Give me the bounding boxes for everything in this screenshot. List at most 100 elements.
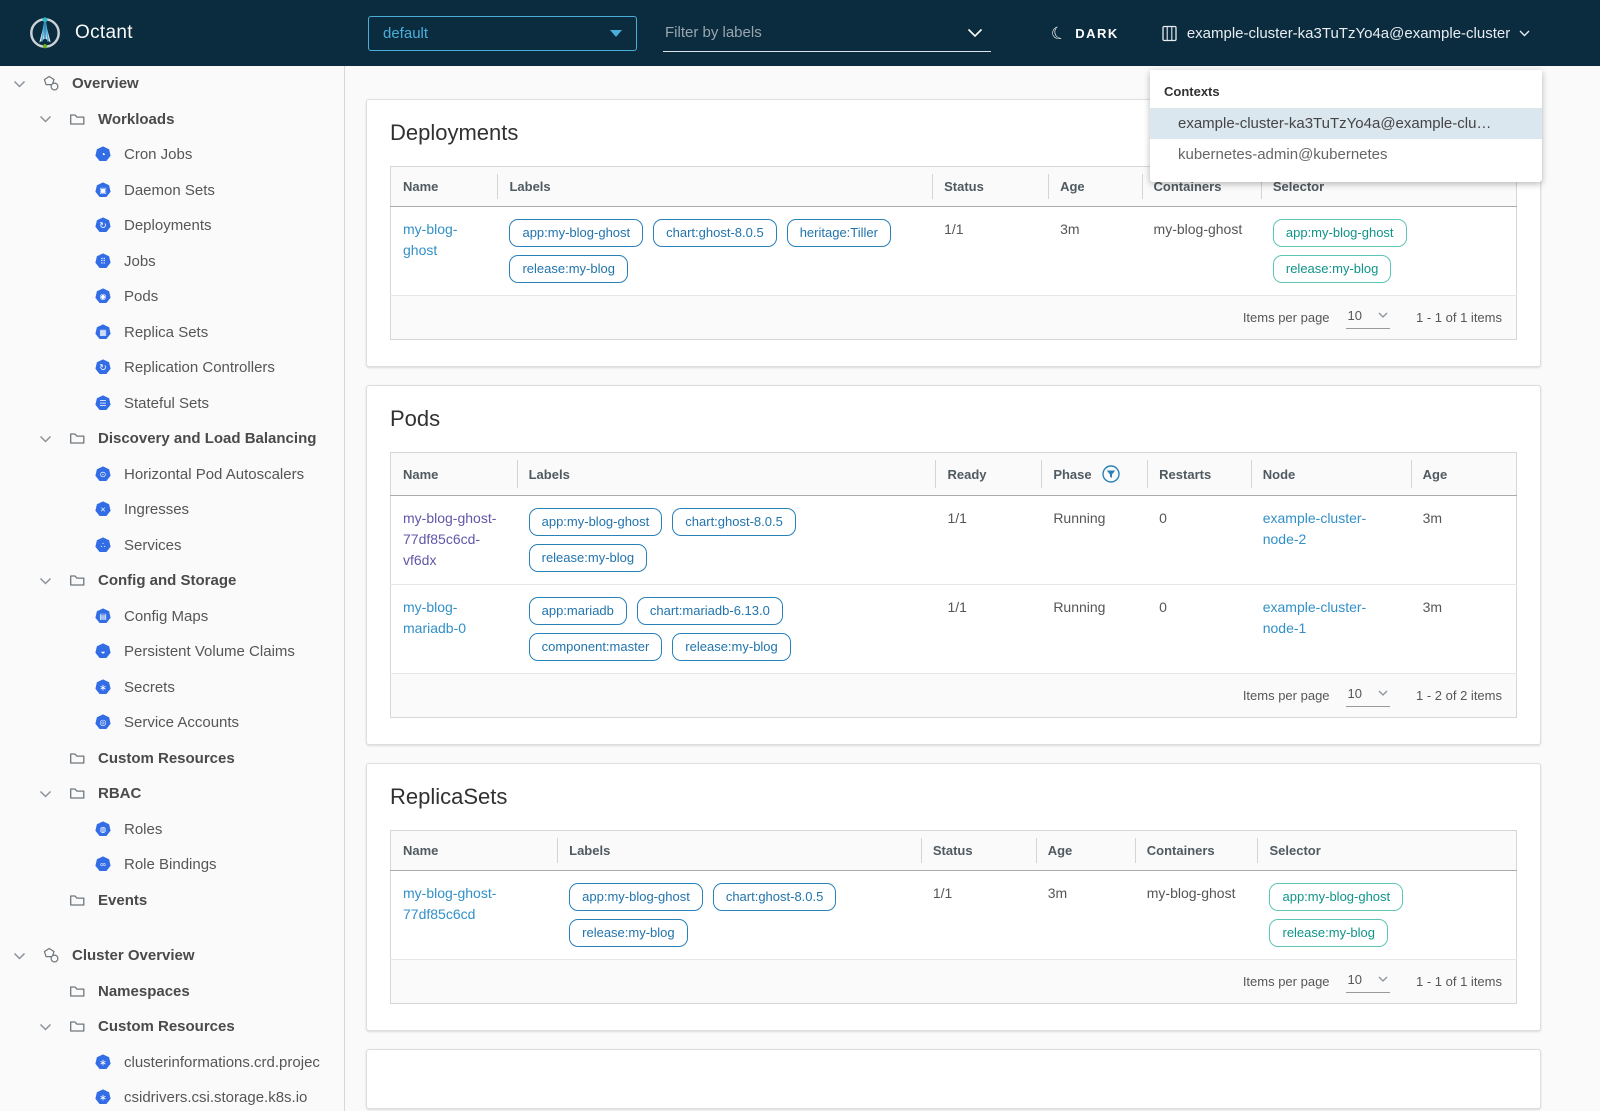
age-cell: 3m bbox=[1410, 495, 1517, 585]
filter-icon[interactable] bbox=[1101, 465, 1120, 483]
pod-name-link[interactable]: my-blog-ghost-77df85c6cd-vf6dx bbox=[403, 510, 496, 568]
sidebar-item-jobs[interactable]: ⠿ Jobs bbox=[0, 244, 344, 280]
sidebar-item-cluster-overview[interactable]: Cluster Overview bbox=[0, 938, 344, 974]
label-tag[interactable]: chart:ghost-8.0.5 bbox=[672, 508, 796, 536]
sidebar-item-namespaces[interactable]: Namespaces bbox=[0, 974, 344, 1010]
sidebar-item-roles[interactable]: ◍ Roles bbox=[0, 812, 344, 848]
sidebar-item-rbac[interactable]: RBAC bbox=[0, 776, 344, 812]
label-tag[interactable]: app:my-blog-ghost bbox=[528, 508, 663, 536]
replicaset-name-link[interactable]: my-blog-ghost-77df85c6cd bbox=[403, 885, 496, 922]
sidebar-item-events[interactable]: Events bbox=[0, 883, 344, 919]
label-tag[interactable]: chart:mariadb-6.13.0 bbox=[636, 597, 783, 625]
svg-text:↻: ↻ bbox=[99, 221, 107, 231]
sidebar-item-label: Role Bindings bbox=[124, 856, 217, 874]
sidebar-item-cluster-custom-resources[interactable]: Custom Resources bbox=[0, 1009, 344, 1045]
page-size-select[interactable]: 10 bbox=[1345, 970, 1390, 993]
sidebar-item-replica-sets[interactable]: ▦ Replica Sets bbox=[0, 315, 344, 351]
pod-name-link[interactable]: my-blog-mariadb-0 bbox=[403, 599, 466, 636]
column-header: Phase bbox=[1041, 452, 1148, 496]
svg-text:⊙: ⊙ bbox=[100, 470, 107, 479]
chevron-down-icon[interactable] bbox=[39, 114, 52, 124]
sidebar-item-overview[interactable]: Overview bbox=[0, 66, 344, 102]
deployment-name-link[interactable]: my-blog-ghost bbox=[403, 221, 457, 258]
svg-text:◒: ◒ bbox=[101, 647, 106, 656]
context-selector[interactable]: example-cluster-ka3TuTzYo4a@example-clus… bbox=[1161, 25, 1530, 42]
sidebar-item-role-bindings[interactable]: ∞ Role Bindings bbox=[0, 847, 344, 883]
sidebar-item-horizontal-pod-autoscalers[interactable]: ⊙ Horizontal Pod Autoscalers bbox=[0, 457, 344, 493]
svg-text:⠿: ⠿ bbox=[100, 257, 106, 266]
label-tag[interactable]: chart:ghost-8.0.5 bbox=[712, 883, 837, 911]
ingress-icon: × bbox=[95, 501, 112, 518]
pagination-range: 1 - 1 of 1 items bbox=[1416, 310, 1502, 325]
crd-icon: ∗ bbox=[95, 1089, 112, 1106]
sidebar-item-service-accounts[interactable]: ◎ Service Accounts bbox=[0, 705, 344, 741]
sidebar-item-label: Persistent Volume Claims bbox=[124, 643, 295, 661]
sidebar-item-clusterinformations[interactable]: ∗ clusterinformations.crd.projec bbox=[0, 1045, 344, 1081]
column-header: Containers bbox=[1134, 830, 1258, 871]
sidebar-item-secrets[interactable]: ∗ Secrets bbox=[0, 670, 344, 706]
chevron-down-icon[interactable] bbox=[39, 789, 52, 799]
node-link[interactable]: example-cluster-node-2 bbox=[1263, 510, 1366, 547]
sidebar-item-label: Custom Resources bbox=[98, 1018, 235, 1036]
context-menu-item[interactable]: kubernetes-admin@kubernetes bbox=[1150, 139, 1542, 170]
selector-tag[interactable]: app:my-blog-ghost bbox=[1272, 219, 1407, 247]
chevron-down-icon[interactable] bbox=[13, 951, 26, 961]
label-tag[interactable]: chart:ghost-8.0.5 bbox=[653, 219, 777, 247]
sidebar-item-replication-controllers[interactable]: ↻ Replication Controllers bbox=[0, 350, 344, 386]
sidebar-item-services[interactable]: ∴ Services bbox=[0, 528, 344, 564]
label-tag[interactable]: heritage:Tiller bbox=[786, 219, 891, 247]
sidebar-item-config-maps[interactable]: ▤ Config Maps bbox=[0, 599, 344, 635]
sidebar-item-ingresses[interactable]: × Ingresses bbox=[0, 492, 344, 528]
sidebar-item-daemon-sets[interactable]: ▣ Daemon Sets bbox=[0, 173, 344, 209]
column-header: Ready bbox=[935, 452, 1042, 496]
sidebar-item-cron-jobs[interactable]: ◔ Cron Jobs bbox=[0, 137, 344, 173]
label-tag[interactable]: release:my-blog bbox=[528, 544, 648, 572]
label-tag[interactable]: release:my-blog bbox=[569, 919, 688, 947]
label-tag[interactable]: app:my-blog-ghost bbox=[509, 219, 644, 247]
sidebar-item-deployments[interactable]: ↻ Deployments bbox=[0, 208, 344, 244]
chevron-down-icon[interactable] bbox=[39, 1022, 52, 1032]
sidebar-item-pods[interactable]: ◉ Pods bbox=[0, 279, 344, 315]
label-tag[interactable]: app:mariadb bbox=[528, 597, 627, 625]
sidebar-item-custom-resources[interactable]: Custom Resources bbox=[0, 741, 344, 777]
sidebar-item-label: Discovery and Load Balancing bbox=[98, 430, 317, 448]
chevron-down-icon[interactable] bbox=[39, 434, 52, 444]
pods-card: Pods Name Labels Ready Phase Restarts No… bbox=[366, 385, 1541, 745]
restarts-cell: 0 bbox=[1147, 584, 1251, 674]
deployment-icon: ↻ bbox=[95, 217, 112, 234]
label-tag[interactable]: release:my-blog bbox=[672, 633, 791, 661]
sidebar-item-csidrivers[interactable]: ∗ csidrivers.csi.storage.k8s.io bbox=[0, 1080, 344, 1111]
folder-icon bbox=[69, 572, 86, 589]
pagination-range: 1 - 1 of 1 items bbox=[1416, 974, 1502, 989]
chevron-down-icon[interactable] bbox=[39, 576, 52, 586]
namespace-select[interactable]: default bbox=[368, 15, 637, 51]
sidebar-item-persistent-volume-claims[interactable]: ◒ Persistent Volume Claims bbox=[0, 634, 344, 670]
replicasets-card: ReplicaSets Name Labels Status Age Conta… bbox=[366, 763, 1541, 1031]
sidebar-item-stateful-sets[interactable]: ☰ Stateful Sets bbox=[0, 386, 344, 422]
sidebar-item-discovery-and-load-balancing[interactable]: Discovery and Load Balancing bbox=[0, 421, 344, 457]
selector-tag[interactable]: release:my-blog bbox=[1269, 919, 1388, 947]
label-filter-input[interactable]: Filter by labels bbox=[663, 14, 991, 52]
sidebar-item-label: Horizontal Pod Autoscalers bbox=[124, 465, 305, 483]
label-tag[interactable]: release:my-blog bbox=[509, 255, 628, 283]
daemonset-icon: ▣ bbox=[95, 182, 112, 199]
selector-tag[interactable]: app:my-blog-ghost bbox=[1269, 883, 1404, 911]
table-row: my-blog-mariadb-0 app:mariadb chart:mari… bbox=[390, 584, 1517, 674]
page-size-select[interactable]: 10 bbox=[1345, 684, 1390, 707]
theme-toggle-button[interactable]: ☾ DARK bbox=[1048, 22, 1119, 45]
label-tag[interactable]: component:master bbox=[528, 633, 663, 661]
chevron-down-icon[interactable] bbox=[13, 79, 26, 89]
sidebar-item-label: Roles bbox=[124, 820, 163, 838]
label-tag[interactable]: app:my-blog-ghost bbox=[569, 883, 703, 911]
folder-icon bbox=[69, 785, 86, 802]
replication-controller-icon: ↻ bbox=[95, 359, 112, 376]
namespace-select-value: default bbox=[383, 24, 429, 42]
sidebar-item-workloads[interactable]: Workloads bbox=[0, 102, 344, 138]
sidebar-item-label: RBAC bbox=[98, 785, 142, 803]
node-link[interactable]: example-cluster-node-1 bbox=[1263, 599, 1366, 636]
page-size-select[interactable]: 10 bbox=[1345, 306, 1390, 329]
context-menu-item[interactable]: example-cluster-ka3TuTzYo4a@example-clu… bbox=[1150, 108, 1542, 139]
phase-cell: Running bbox=[1041, 584, 1148, 674]
selector-tag[interactable]: release:my-blog bbox=[1272, 255, 1392, 283]
sidebar-item-config-and-storage[interactable]: Config and Storage bbox=[0, 563, 344, 599]
